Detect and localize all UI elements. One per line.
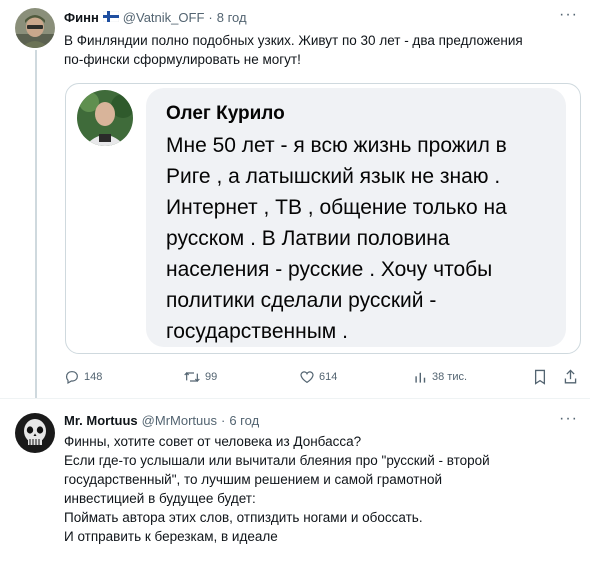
author-handle[interactable]: @Vatnik_OFF [123, 10, 205, 25]
author-name[interactable]: Mr. Mortuus [64, 413, 138, 428]
author-name[interactable]: Финн [64, 10, 99, 25]
share-button[interactable] [563, 366, 578, 388]
more-options-icon[interactable]: ··· [559, 6, 578, 24]
thread-line [35, 50, 37, 398]
tweet-text-line: Финны, хотите совет от человека из Донба… [64, 434, 362, 449]
views-count: 38 тис. [432, 371, 468, 383]
tweet-mortuus[interactable]: Mr. Mortuus @MrMortuus · 6 год ··· Финны… [0, 398, 590, 561]
comment-line: Риге , а латышский язык не знаю . [166, 165, 501, 188]
tweet-text: Финны, хотите совет от человека из Донба… [64, 432, 490, 546]
tweet-header: Финн @Vatnik_OFF · 8 год [64, 10, 247, 25]
tweet-header: Mr. Mortuus @MrMortuus · 6 год [64, 413, 259, 428]
views-icon [414, 370, 428, 384]
comment-line: населения - русские . Хочу чтобы [166, 258, 493, 281]
tweet-text-line: В Финляндии полно подобных узких. Живут … [64, 33, 523, 48]
reply-count: 148 [84, 371, 103, 383]
more-options-icon[interactable]: ··· [559, 410, 578, 428]
retweet-count: 99 [205, 371, 218, 383]
tweet-finn[interactable]: Финн @Vatnik_OFF · 8 год ··· В Финляндии… [0, 0, 590, 398]
share-icon [563, 369, 578, 385]
embedded-image[interactable]: Олег Курило Мне 50 лет - я всю жизнь про… [65, 83, 581, 354]
comment-line: Мне 50 лет - я всю жизнь прожил в [166, 134, 507, 157]
reply-icon [64, 369, 80, 385]
comment-bubble: Олег Курило Мне 50 лет - я всю жизнь про… [146, 88, 566, 347]
commenter-name: Олег Курило [166, 103, 285, 124]
timestamp[interactable]: 6 год [229, 413, 259, 428]
tweet-text-line: государственный", то лучшим решением и с… [64, 472, 442, 487]
reply-button[interactable]: 148 [64, 366, 102, 388]
finland-flag-icon [102, 10, 120, 25]
like-button[interactable]: 614 [299, 366, 337, 388]
comment-line: политики сделали русский - [166, 289, 437, 312]
comment-text: Мне 50 лет - я всю жизнь прожил в Риге ,… [166, 130, 507, 347]
retweet-button[interactable]: 99 [183, 366, 217, 388]
bookmark-button[interactable] [533, 366, 547, 388]
separator-dot: · [221, 413, 226, 428]
like-count: 614 [319, 371, 338, 383]
comment-line: Интернет , ТВ , общение только на [166, 196, 507, 219]
author-handle[interactable]: @MrMortuus [142, 413, 217, 428]
avatar-mortuus[interactable] [15, 413, 55, 453]
tweet-text-line: И отправить к березкам, в идеале [64, 529, 278, 544]
comment-line: государственным . [166, 320, 348, 343]
retweet-icon [183, 369, 201, 385]
views-button[interactable]: 38 тис. [414, 366, 467, 388]
tweet-text: В Финляндии полно подобных узких. Живут … [64, 31, 523, 69]
timestamp[interactable]: 8 год [217, 10, 247, 25]
tweet-text-line: Поймать автора этих слов, отпиздить нога… [64, 510, 423, 525]
separator-dot: · [208, 10, 213, 25]
avatar-finn[interactable] [15, 8, 55, 48]
tweet-text-line: по-фински сформулировать не могут! [64, 52, 301, 67]
tweet-text-line: инвестицией в будущее будет: [64, 491, 256, 506]
action-bar: 148 99 614 38 тис. [0, 366, 590, 388]
tweet-text-line: Если где-то услышали или вычитали блеяни… [64, 453, 490, 468]
avatar-oleg [77, 90, 133, 146]
comment-line: русском . В Латвии половина [166, 227, 450, 250]
heart-icon [299, 369, 315, 385]
bookmark-icon [533, 369, 547, 385]
